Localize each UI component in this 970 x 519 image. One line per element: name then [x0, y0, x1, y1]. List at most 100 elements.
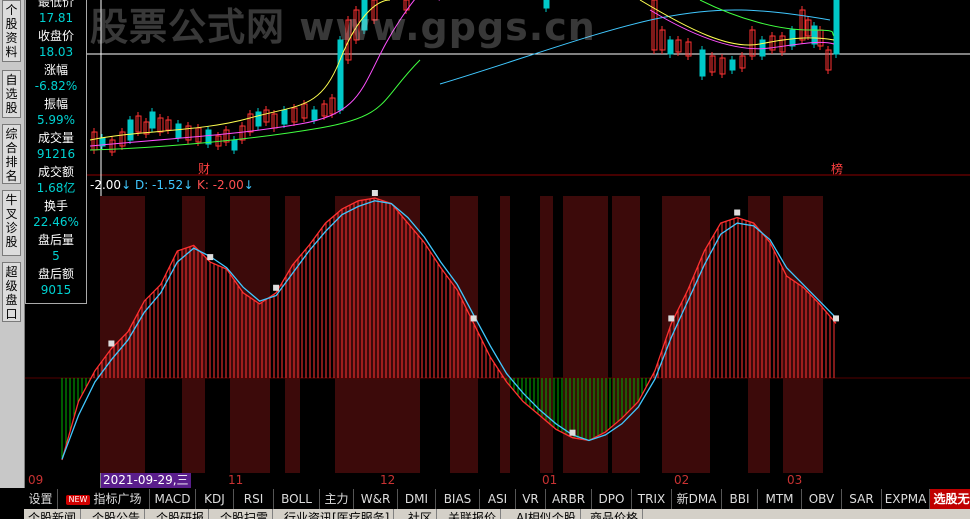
highlight-band-6: [500, 196, 510, 473]
indicator-tab-label: VR: [522, 492, 539, 506]
k-value: K: -2.00: [197, 178, 244, 192]
info-value-0: 17.81: [38, 11, 74, 25]
info-label-1: 收盘价: [37, 29, 74, 43]
info-label-3: 振幅: [43, 97, 68, 111]
bottom-tab-8[interactable]: 商品价格: [586, 509, 644, 519]
stock-info-panel: 最低价 17.81 收盘价 18.03 涨幅 -6.82% 振幅 5.99% 成交量 91216 成…: [25, 0, 87, 304]
indicator-tab-14[interactable]: TRIX: [632, 489, 672, 509]
signal-marker-4: [470, 315, 477, 322]
j-arrow: ↓: [121, 178, 132, 192]
signal-marker-8: [833, 315, 839, 322]
indicator-tab-9[interactable]: BIAS: [436, 489, 480, 509]
candle-body: [311, 109, 318, 121]
info-value-5: 1.68亿: [36, 181, 76, 195]
indicator-tab-4[interactable]: RSI: [234, 489, 274, 509]
indicator-tab-11[interactable]: VR: [516, 489, 546, 509]
left-tab-3[interactable]: 牛叉诊股: [2, 190, 21, 256]
d-value: D: -1.52: [134, 178, 184, 192]
indicator-tab-2[interactable]: MACD: [150, 489, 196, 509]
candle-body: [127, 119, 134, 141]
info-value-3: 5.99%: [36, 113, 76, 127]
highlight-band-9: [612, 196, 640, 473]
bottom-tab-3[interactable]: 个股扫雷: [216, 509, 274, 519]
signal-marker-5: [569, 429, 576, 436]
indicator-tab-17[interactable]: MTM: [758, 489, 802, 509]
indicator-tab-20[interactable]: EXPMA: [882, 489, 930, 509]
month-tick-12: 12: [380, 473, 396, 487]
info-label-7: 盘后量: [37, 233, 74, 247]
cursor-date-label: 2021-09-29,三: [101, 473, 191, 488]
info-value-7: 5: [52, 249, 60, 263]
signal-marker-2: [273, 284, 280, 291]
indicator-tab-label: W&R: [360, 492, 391, 506]
bottom-tab-0[interactable]: 个股新闻: [24, 509, 82, 519]
new-badge: NEW: [65, 495, 91, 505]
indicator-tab-label: BBI: [729, 492, 750, 506]
highlight-band-7: [540, 196, 553, 473]
info-value-6: 22.46%: [33, 215, 79, 229]
indicator-tab-0[interactable]: 设置: [24, 489, 58, 509]
indicator-tab-label: 设置: [28, 492, 53, 506]
indicator-tab-label: 主力: [324, 492, 349, 506]
bottom-tab-6[interactable]: 关联报价: [444, 509, 502, 519]
month-tick-02: 02: [674, 473, 690, 487]
left-tab-strip: 个股资料自选股综合排名牛叉诊股超级盘口: [0, 0, 25, 488]
indicator-tab-label: ASI: [487, 492, 508, 506]
indicator-tab-label: 选股无忧: [933, 492, 970, 506]
chart-area[interactable]: [0, 0, 970, 489]
indicator-tab-label: EXPMA: [884, 492, 927, 506]
left-tab-0[interactable]: 个股资料: [2, 0, 21, 62]
highlight-band-12: [783, 196, 823, 473]
candle-body: [699, 49, 706, 77]
indicator-tab-5[interactable]: BOLL: [274, 489, 320, 509]
bottom-tab-2[interactable]: 个股研报: [152, 509, 210, 519]
candle-body: [255, 111, 262, 127]
candle-body: [811, 25, 818, 45]
info-value-2: -6.82%: [34, 79, 78, 93]
indicator-tab-label: MTM: [765, 492, 794, 506]
indicator-tab-12[interactable]: ARBR: [546, 489, 592, 509]
info-value-1: 18.03: [38, 45, 74, 59]
indicator-tab-1[interactable]: NEW 指标广场: [58, 489, 150, 509]
indicator-tab-18[interactable]: OBV: [802, 489, 842, 509]
bottom-tab-5[interactable]: 社区: [404, 509, 438, 519]
indicator-tab-label: TRIX: [637, 492, 666, 506]
info-value-4: 91216: [36, 147, 76, 161]
candle-body: [729, 59, 736, 71]
indicator-readout: -2.00↓ D: -1.52↓ K: -2.00↓: [90, 178, 254, 192]
indicator-tab-21[interactable]: 选股无忧: [930, 489, 970, 509]
bottom-tab-1[interactable]: 个股公告: [88, 509, 146, 519]
candle-body: [175, 123, 182, 139]
indicator-tab-label: ARBR: [551, 492, 586, 506]
info-value-8: 9015: [40, 283, 72, 297]
indicator-tab-16[interactable]: BBI: [722, 489, 758, 509]
event-marker-financial[interactable]: 财: [198, 160, 210, 177]
signal-marker-3: [371, 190, 378, 196]
bottom-tab-4[interactable]: 行业资讯[医疗服务]: [280, 509, 395, 519]
indicator-tab-8[interactable]: DMI: [398, 489, 436, 509]
d-arrow: ↓: [183, 178, 194, 192]
indicator-tab-6[interactable]: 主力: [320, 489, 354, 509]
bottom-tab-7[interactable]: AI相似个股: [512, 509, 581, 519]
indicator-tab-15[interactable]: 新DMA: [672, 489, 722, 509]
left-tab-4[interactable]: 超级盘口: [2, 262, 21, 322]
event-marker-ranking[interactable]: 榜: [831, 160, 843, 177]
left-tab-2[interactable]: 综合排名: [2, 124, 21, 184]
candle-body: [667, 39, 674, 55]
indicator-tab-label: KDJ: [204, 492, 225, 506]
signal-marker-6: [668, 315, 675, 322]
info-label-8: 盘后额: [37, 267, 74, 281]
indicator-tab-label: 新DMA: [676, 492, 717, 506]
info-label-5: 成交额: [37, 165, 74, 179]
info-label-2: 涨幅: [43, 63, 68, 77]
j-value: -2.00: [90, 178, 122, 192]
left-tab-1[interactable]: 自选股: [2, 70, 21, 118]
indicator-tab-label: BOLL: [281, 492, 312, 506]
indicator-tab-13[interactable]: DPO: [592, 489, 632, 509]
indicator-tab-10[interactable]: ASI: [480, 489, 516, 509]
indicator-tab-19[interactable]: SAR: [842, 489, 882, 509]
indicator-tab-3[interactable]: KDJ: [196, 489, 234, 509]
indicator-tab-label: SAR: [849, 492, 874, 506]
month-tick-11: 11: [228, 473, 244, 487]
indicator-tab-7[interactable]: W&R: [354, 489, 398, 509]
